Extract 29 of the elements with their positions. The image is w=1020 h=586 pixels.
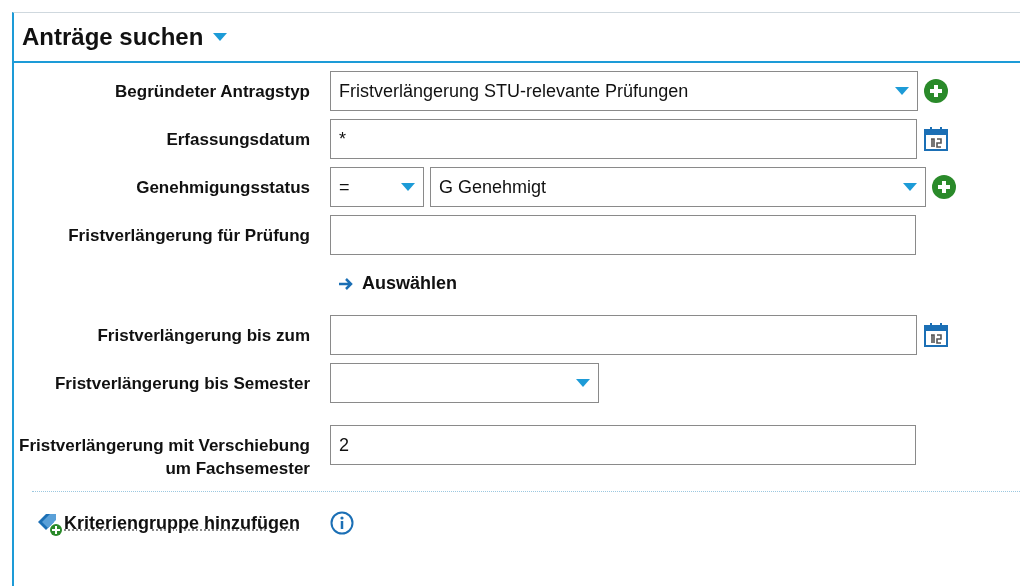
dropdown-field[interactable] <box>330 363 599 403</box>
calendar-icon[interactable] <box>923 322 949 348</box>
date-field[interactable] <box>330 315 917 355</box>
input-field[interactable]: 2 <box>330 425 916 465</box>
arrow-icon <box>338 276 354 291</box>
add-icon[interactable] <box>932 175 956 199</box>
select-link[interactable]: Auswählen <box>338 273 458 294</box>
panel-title: Anträge suchen <box>22 23 204 51</box>
date-field[interactable]: * <box>330 119 917 159</box>
field-label: Erfassungsdatum <box>165 129 310 151</box>
dropdown-field[interactable]: Fristverlängerung STU-relevante Prüfungen <box>330 71 918 111</box>
dropdown-field[interactable]: G Genehmigt <box>430 167 926 207</box>
caret-icon <box>401 183 415 191</box>
add-criteria-group-link[interactable]: Kriteriengruppe hinzufügen <box>36 510 300 536</box>
input-field[interactable] <box>330 215 916 255</box>
caret-icon <box>903 183 917 191</box>
field-label: Genehmigungsstatus <box>135 177 310 199</box>
caret-icon <box>576 379 590 387</box>
calendar-icon[interactable] <box>923 126 949 152</box>
field-label: Fristverlängerung bis zum <box>96 325 310 347</box>
add-icon[interactable] <box>924 79 948 103</box>
operator-dropdown[interactable]: = <box>330 167 424 207</box>
caret-icon <box>895 87 909 95</box>
field-label: Fristverlängerung mit Verschiebung um Fachsemester <box>18 435 310 480</box>
caret-icon <box>213 33 228 41</box>
field-label: Fristverlängerung bis Semester <box>53 373 310 395</box>
field-label: Fristverlängerung für Prüfung <box>67 225 310 247</box>
info-icon[interactable] <box>330 511 354 535</box>
field-label: Begründeter Antragstyp <box>114 81 310 103</box>
